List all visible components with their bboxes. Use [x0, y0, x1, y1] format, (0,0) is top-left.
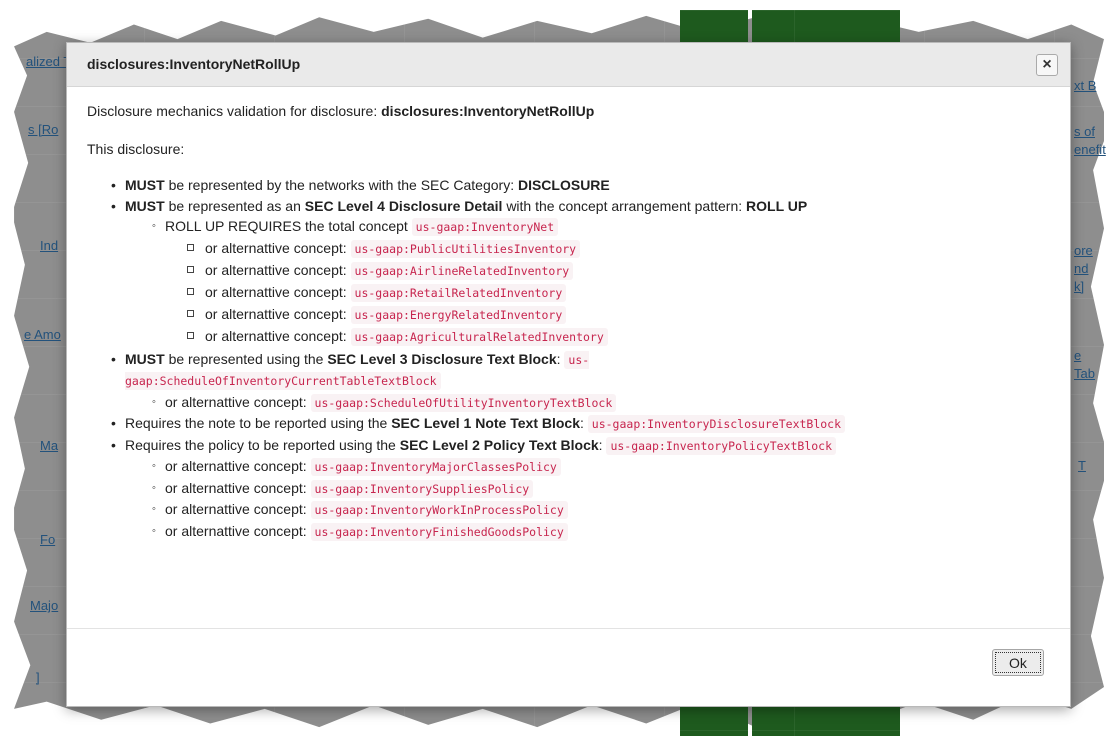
background-link[interactable]: T — [1078, 458, 1086, 473]
item-text: or alternattive concept: — [165, 501, 307, 518]
concept-code: us-gaap:InventorySuppliesPolicy — [310, 479, 534, 498]
validation-dialog: disclosures:InventoryNetRollUp × Disclos… — [66, 42, 1071, 707]
list-item: or alternattive concept: us-gaap:RetailR… — [187, 282, 1050, 304]
dialog-header: disclosures:InventoryNetRollUp × — [67, 43, 1070, 87]
concept-code: us-gaap:RetailRelatedInventory — [350, 283, 567, 302]
background-link[interactable]: xt B — [1074, 78, 1096, 93]
list-item: or alternattive concept: us-gaap:EnergyR… — [187, 304, 1050, 326]
sub-list: or alternattive concept: us-gaap:Invento… — [125, 456, 1050, 542]
background-link[interactable]: Fo — [40, 532, 55, 547]
background-green-cell — [680, 706, 748, 736]
list-item: Requires the policy to be reported using… — [111, 435, 1050, 543]
background-link[interactable]: alized T — [26, 54, 71, 69]
dialog-body: Disclosure mechanics validation for disc… — [67, 87, 1070, 542]
sec-level: SEC Level 3 Disclosure Text Block — [327, 350, 557, 367]
item-text: be represented by the networks with the … — [168, 177, 515, 193]
list-item: or alternattive concept: us-gaap:Agricul… — [187, 326, 1050, 348]
sec-level: SEC Level 4 Disclosure Detail — [304, 197, 503, 214]
background-green-cell — [752, 706, 900, 736]
background-link[interactable]: Majo — [30, 598, 58, 613]
background-link[interactable]: e — [1074, 348, 1081, 363]
dialog-title: disclosures:InventoryNetRollUp — [87, 56, 301, 72]
concept-code: us-gaap:PublicUtilitiesInventory — [350, 239, 581, 258]
item-text: or alternattive concept: — [205, 283, 347, 300]
intro-line: Disclosure mechanics validation for disc… — [87, 103, 1050, 119]
list-item: ROLL UP REQUIRES the total concept us-ga… — [152, 216, 1050, 349]
sec-level: SEC Level 1 Note Text Block — [391, 415, 580, 432]
item-text: Requires the policy to be reported using… — [125, 436, 396, 453]
must-label: MUST — [125, 350, 165, 367]
alternatives-list: or alternattive concept: us-gaap:PublicU… — [165, 238, 1050, 349]
background-link[interactable]: nd — [1074, 261, 1088, 276]
list-item: Requires the note to be reported using t… — [111, 413, 1050, 435]
concept-code: us-gaap:InventoryNet — [411, 218, 559, 236]
intro-text: Disclosure mechanics validation for disc… — [87, 103, 378, 119]
item-text: ROLL UP REQUIRES the total concept — [165, 218, 408, 234]
background-link[interactable]: Ma — [40, 438, 58, 453]
concept-code: us-gaap:EnergyRelatedInventory — [350, 306, 567, 325]
must-label: MUST — [125, 177, 165, 193]
list-item: or alternattive concept: us-gaap:Invento… — [152, 456, 1050, 478]
ok-button[interactable]: Ok — [992, 649, 1044, 676]
dialog-footer: Ok — [67, 628, 1070, 706]
background-link[interactable]: e Amo — [24, 327, 61, 342]
close-icon: × — [1042, 56, 1052, 73]
list-item: MUST be represented as an SEC Level 4 Di… — [111, 196, 1050, 349]
background-link[interactable]: s [Ro — [28, 122, 58, 137]
list-item: or alternattive concept: us-gaap:Airline… — [187, 260, 1050, 282]
arrangement-pattern: ROLL UP — [746, 197, 808, 214]
background-link[interactable]: ore — [1074, 243, 1093, 258]
this-disclosure-label: This disclosure: — [87, 141, 185, 157]
item-text: be represented using the — [168, 350, 324, 367]
close-button[interactable]: × — [1036, 54, 1058, 76]
concept-code: us-gaap:ScheduleOfUtilityInventoryTextBl… — [310, 393, 617, 412]
list-item: MUST be represented using the SEC Level … — [111, 349, 710, 414]
sec-level: SEC Level 2 Policy Text Block — [399, 436, 599, 453]
concept-code: us-gaap:InventoryMajorClassesPolicy — [310, 458, 561, 477]
background-green-cell — [680, 10, 748, 42]
intro-disclosure-name: disclosures:InventoryNetRollUp — [381, 103, 595, 119]
list-item: or alternattive concept: us-gaap:Schedul… — [152, 392, 885, 414]
item-text: Requires the note to be reported using t… — [125, 415, 388, 432]
list-item: or alternattive concept: us-gaap:PublicU… — [187, 238, 1050, 260]
item-text: or alternattive concept: — [205, 239, 347, 256]
sub-list: or alternattive concept: us-gaap:Schedul… — [125, 392, 885, 414]
item-text: or alternattive concept: — [205, 261, 347, 278]
must-label: MUST — [125, 197, 165, 214]
sub-list: ROLL UP REQUIRES the total concept us-ga… — [125, 216, 1050, 349]
concept-code: us-gaap:AgriculturalRelatedInventory — [350, 328, 608, 347]
item-text: be represented as an — [168, 197, 301, 214]
list-item: or alternattive concept: us-gaap:Invento… — [152, 499, 1050, 521]
concept-code: us-gaap:InventoryWorkInProcessPolicy — [310, 501, 568, 520]
item-text: or alternattive concept: — [165, 458, 307, 475]
background-green-cell — [752, 10, 900, 42]
concept-code: us-gaap:InventoryFinishedGoodsPolicy — [310, 522, 568, 541]
background-link[interactable]: Ind — [40, 238, 58, 253]
concept-code: us-gaap:InventoryPolicyTextBlock — [606, 436, 837, 455]
background-link[interactable]: ] — [36, 670, 40, 685]
list-item: or alternattive concept: us-gaap:Invento… — [152, 478, 1050, 500]
concept-code: us-gaap:InventoryDisclosureTextBlock — [587, 415, 846, 434]
list-item: or alternattive concept: us-gaap:Invento… — [152, 521, 1050, 543]
concept-code: us-gaap:AirlineRelatedInventory — [350, 261, 574, 280]
item-text: with the concept arrangement pattern: — [506, 197, 743, 214]
background-link[interactable]: Tab — [1074, 366, 1095, 381]
sec-category: DISCLOSURE — [517, 177, 610, 193]
list-item: MUST be represented by the networks with… — [111, 175, 1050, 196]
background-link[interactable]: enefit — [1074, 142, 1106, 157]
item-text: or alternattive concept: — [165, 522, 307, 539]
item-text: or alternattive concept: — [165, 479, 307, 496]
requirements-list: MUST be represented by the networks with… — [87, 175, 1050, 542]
item-text: or alternattive concept: — [205, 306, 347, 323]
item-text: or alternattive concept: — [165, 393, 307, 410]
item-text: or alternattive concept: — [205, 328, 347, 345]
background-link[interactable]: s of — [1074, 124, 1095, 139]
background-link[interactable]: k] — [1074, 279, 1084, 294]
